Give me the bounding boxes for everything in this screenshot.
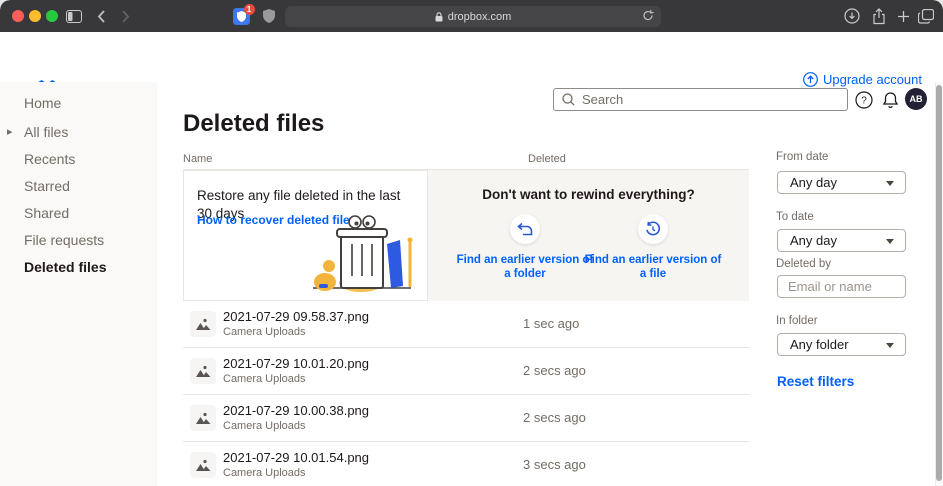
file-folder: Camera Uploads: [223, 420, 306, 432]
scrollbar-thumb[interactable]: [936, 85, 942, 481]
address-bar[interactable]: dropbox.com: [285, 6, 661, 27]
file-name: 2021-07-29 10.01.20.png: [223, 356, 369, 371]
extension-shield-blue-icon[interactable]: 1: [230, 5, 252, 27]
url-text: dropbox.com: [448, 11, 512, 23]
restore-banner: Restore any file deleted in the last 30 …: [183, 170, 749, 301]
share-icon[interactable]: [868, 5, 890, 27]
window-zoom-button[interactable]: [46, 10, 58, 22]
extension-badge: 1: [244, 4, 255, 15]
page-title: Deleted files: [183, 110, 324, 138]
tab-overview-icon[interactable]: [915, 5, 937, 27]
history-rewind-icon: [638, 214, 668, 244]
sidebar-item-all-files[interactable]: ▸ All files: [0, 118, 157, 145]
extension-shield-grey-icon[interactable]: [258, 5, 280, 27]
new-tab-icon[interactable]: [892, 5, 914, 27]
deleted-time: 2 secs ago: [523, 363, 586, 378]
sidebar-toggle-icon[interactable]: [63, 5, 85, 27]
reset-filters-link[interactable]: Reset filters: [777, 374, 854, 389]
search-bar: [553, 88, 848, 111]
help-icon[interactable]: ?: [853, 89, 875, 111]
safari-window: 1 dropbox.com: [0, 0, 943, 486]
deleted-file-row[interactable]: 2021-07-29 10.01.20.png Camera Uploads 2…: [183, 348, 749, 395]
sidebar-item-recents[interactable]: Recents: [0, 145, 157, 172]
from-date-select[interactable]: Any day: [777, 171, 906, 194]
browser-toolbar: 1 dropbox.com: [0, 0, 943, 32]
search-icon: [562, 93, 575, 106]
upgrade-account-link[interactable]: Upgrade account: [803, 72, 922, 87]
image-file-icon: [190, 452, 216, 478]
deleted-file-row[interactable]: 2021-07-29 10.01.54.png Camera Uploads 3…: [183, 442, 749, 486]
column-header-deleted: Deleted: [528, 153, 566, 165]
rewind-options-panel: Don't want to rewind everything? Find an…: [428, 170, 749, 301]
reload-icon[interactable]: [642, 9, 654, 25]
dropbox-header: Dropbox Upgrade account ? AB: [0, 32, 943, 82]
file-name: 2021-07-29 10.00.38.png: [223, 403, 369, 418]
notifications-bell-icon[interactable]: [879, 89, 901, 111]
avatar[interactable]: AB: [905, 88, 927, 110]
sidebar: Home ▸ All files Recents Starred Shared …: [0, 82, 157, 486]
trash-can-illustration: [299, 214, 421, 296]
image-file-icon: [190, 405, 216, 431]
file-name: 2021-07-29 10.01.54.png: [223, 450, 369, 465]
upgrade-icon: [803, 72, 818, 87]
earlier-file-version-link[interactable]: Find an earlier version of a file: [578, 214, 728, 282]
scrollbar-track: [935, 82, 943, 486]
deleted-file-row[interactable]: 2021-07-29 10.00.38.png Camera Uploads 2…: [183, 395, 749, 442]
image-file-icon: [190, 358, 216, 384]
folder-rewind-icon: [510, 214, 540, 244]
rewind-heading: Don't want to rewind everything?: [428, 187, 749, 202]
sidebar-item-file-requests[interactable]: File requests: [0, 226, 157, 253]
deleted-file-row[interactable]: 2021-07-29 09.58.37.png Camera Uploads 1…: [183, 301, 749, 348]
file-name: 2021-07-29 09.58.37.png: [223, 309, 369, 324]
image-file-icon: [190, 311, 216, 337]
caret-down-icon: [886, 181, 894, 186]
caret-down-icon: [886, 239, 894, 244]
downloads-icon[interactable]: [841, 5, 863, 27]
sidebar-item-shared[interactable]: Shared: [0, 199, 157, 226]
lock-icon: [435, 12, 443, 22]
deleted-by-input[interactable]: [777, 275, 906, 298]
file-folder: Camera Uploads: [223, 326, 306, 338]
file-folder: Camera Uploads: [223, 467, 306, 479]
from-date-label: From date: [776, 151, 828, 163]
to-date-select[interactable]: Any day: [777, 229, 906, 252]
search-input[interactable]: [582, 92, 839, 107]
chevron-right-icon[interactable]: ▸: [7, 125, 13, 138]
sidebar-item-starred[interactable]: Starred: [0, 172, 157, 199]
deleted-time: 2 secs ago: [523, 410, 586, 425]
svg-text:?: ?: [861, 96, 867, 107]
back-button[interactable]: [90, 5, 112, 27]
sidebar-item-home[interactable]: Home: [0, 88, 157, 118]
caret-down-icon: [886, 343, 894, 348]
restore-info-card: Restore any file deleted in the last 30 …: [183, 170, 428, 301]
deleted-time: 1 sec ago: [523, 316, 579, 331]
forward-button[interactable]: [114, 5, 136, 27]
sidebar-item-deleted-files[interactable]: Deleted files: [0, 253, 157, 280]
window-minimize-button[interactable]: [29, 10, 41, 22]
window-close-button[interactable]: [12, 10, 24, 22]
to-date-label: To date: [776, 211, 814, 223]
in-folder-label: In folder: [776, 315, 818, 327]
deleted-time: 3 secs ago: [523, 457, 586, 472]
file-folder: Camera Uploads: [223, 373, 306, 385]
column-header-name: Name: [183, 153, 212, 165]
deleted-by-label: Deleted by: [776, 258, 831, 270]
in-folder-select[interactable]: Any folder: [777, 333, 906, 356]
